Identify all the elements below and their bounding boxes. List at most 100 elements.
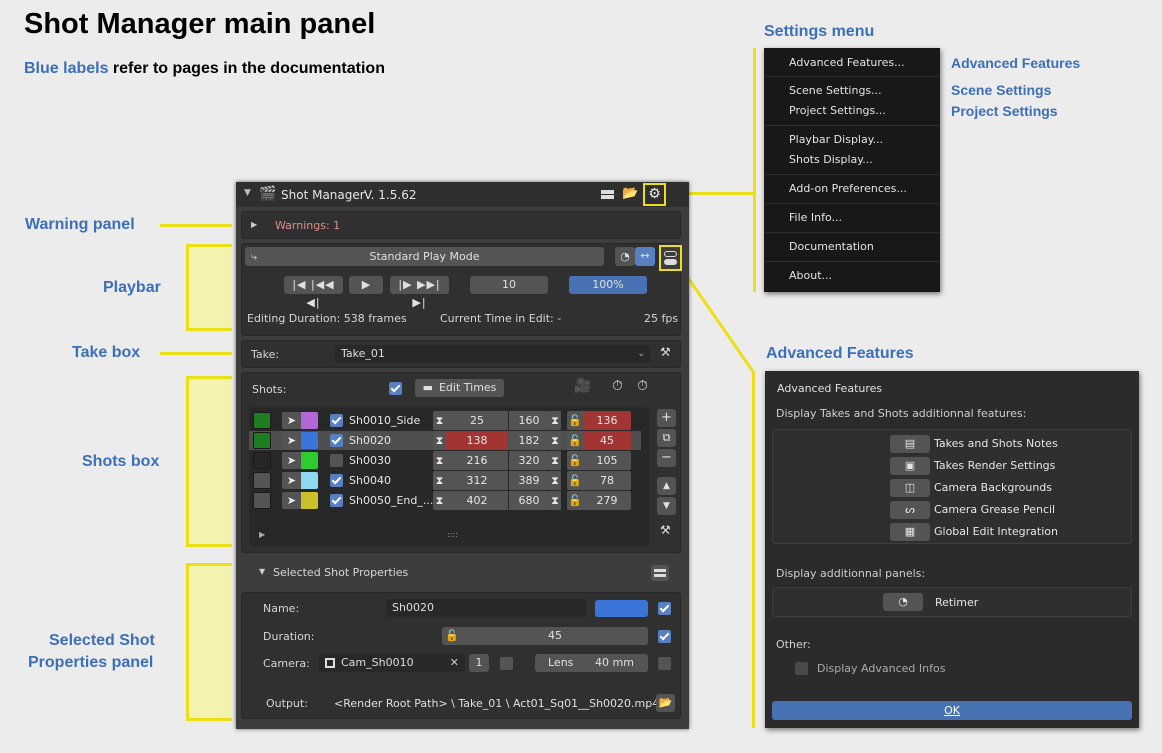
take-tools-icon[interactable]: ⚒ xyxy=(660,345,671,359)
take-dropdown[interactable]: Take_01 ⌄ xyxy=(335,345,650,363)
play-button[interactable]: ▶ xyxy=(349,276,383,294)
props-layout-icon[interactable] xyxy=(651,565,669,581)
open-output-folder-icon[interactable]: 📂 xyxy=(656,694,675,712)
end-lock-icon[interactable]: ⧗ xyxy=(549,411,561,430)
menu-item-playbar-display[interactable]: Playbar Display... xyxy=(789,133,883,146)
forward-buttons[interactable]: |▶ ▶▶| ▶| xyxy=(390,276,449,309)
duration-lock-icon[interactable]: 🔓 xyxy=(567,491,583,510)
end-lock-icon[interactable]: ⧗ xyxy=(549,431,561,450)
shot-camera-indicator[interactable] xyxy=(253,412,271,429)
shot-name[interactable]: Sh0020 xyxy=(349,434,391,447)
shot-enabled-checkbox[interactable] xyxy=(658,602,671,615)
shot-color-swatch[interactable] xyxy=(301,412,318,429)
timer-icon[interactable]: ⏱ xyxy=(612,378,623,394)
shot-end[interactable]: 320 xyxy=(509,451,549,470)
shots-tools-icon[interactable]: ⚒ xyxy=(660,523,671,537)
shot-enabled-checkbox[interactable] xyxy=(330,414,343,427)
menu-item-scene-settings[interactable]: Scene Settings... xyxy=(789,84,882,97)
clear-camera-icon[interactable]: ✕ xyxy=(450,654,459,672)
shot-color-swatch[interactable] xyxy=(301,472,318,489)
edit-times-button[interactable]: ▬ Edit Times xyxy=(415,379,504,397)
menu-item-project-settings[interactable]: Project Settings... xyxy=(789,104,886,117)
frame-step-field[interactable]: 10 xyxy=(470,276,548,294)
shot-color-swatch[interactable] xyxy=(301,492,318,509)
adv-infos-checkbox[interactable] xyxy=(795,662,808,675)
shot-end[interactable]: 182 xyxy=(509,431,549,450)
end-lock-icon[interactable]: ⧗ xyxy=(549,451,561,470)
props-collapse-arrow-icon[interactable]: ▼ xyxy=(259,567,265,576)
shot-start[interactable]: 402 xyxy=(446,491,508,510)
label-take-box[interactable]: Take box xyxy=(72,344,140,362)
render-settings-icon[interactable]: ▣ xyxy=(890,457,930,475)
shot-name[interactable]: Sh0040 xyxy=(349,474,391,487)
name-input[interactable]: Sh0020 xyxy=(386,599,586,617)
shot-enabled-checkbox[interactable] xyxy=(330,474,343,487)
camera-icon[interactable]: 🎥 xyxy=(574,378,591,394)
notes-icon[interactable]: ▤ xyxy=(890,435,930,453)
shot-duration[interactable]: 136 xyxy=(583,411,631,430)
shot-duration[interactable]: 105 xyxy=(583,451,631,470)
sync-arrows-icon[interactable]: ↔ xyxy=(635,247,655,266)
shot-color-swatch[interactable] xyxy=(595,600,648,617)
menu-item-addon-preferences[interactable]: Add-on Preferences... xyxy=(789,182,907,195)
duration-lock-icon[interactable]: 🔓 xyxy=(567,451,583,470)
ok-button[interactable]: OK xyxy=(772,701,1132,720)
shot-duration[interactable]: 45 xyxy=(583,431,631,450)
shot-camera-indicator[interactable] xyxy=(253,492,271,509)
link-advanced-features[interactable]: Advanced Features xyxy=(951,55,1080,71)
shot-start[interactable]: 216 xyxy=(446,451,508,470)
shot-row[interactable]: ➤ Sh0020 ⧗ 138 182 ⧗ 🔓 45 xyxy=(249,431,641,450)
lens-checkbox[interactable] xyxy=(658,657,671,670)
shot-color-swatch[interactable] xyxy=(301,452,318,469)
list-expand-arrow-icon[interactable]: ▶ xyxy=(259,530,265,539)
shot-enabled-checkbox[interactable] xyxy=(330,434,343,447)
playbar-settings-icon[interactable] xyxy=(659,245,682,271)
duplicate-shot-icon[interactable]: ⧉ xyxy=(657,429,676,447)
warning-panel[interactable]: ▶ Warnings: 1 xyxy=(241,211,681,239)
grease-pencil-icon[interactable]: ᔕ xyxy=(890,501,930,519)
camera-users-count[interactable]: 1 xyxy=(469,654,489,672)
add-shot-button[interactable]: + xyxy=(657,409,676,427)
shot-row[interactable]: ➤ Sh0040 ⧗ 312 389 ⧗ 🔓 78 xyxy=(249,471,641,490)
remove-shot-button[interactable]: − xyxy=(657,449,676,467)
shot-row[interactable]: ➤ Sh0030 ⧗ 216 320 ⧗ 🔓 105 xyxy=(249,451,641,470)
global-edit-icon[interactable]: ▦ xyxy=(890,523,930,541)
label-settings-menu[interactable]: Settings menu xyxy=(764,23,874,41)
shot-enabled-checkbox[interactable] xyxy=(330,494,343,507)
shot-row[interactable]: ➤ Sh0050_End_... ⧗ 402 680 ⧗ 🔓 279 xyxy=(249,491,641,510)
label-selected-shot-1[interactable]: Selected Shot xyxy=(49,632,155,650)
shot-start[interactable]: 312 xyxy=(446,471,508,490)
menu-item-shots-display[interactable]: Shots Display... xyxy=(789,153,873,166)
start-lock-icon[interactable]: ⧗ xyxy=(433,471,446,490)
start-lock-icon[interactable]: ⧗ xyxy=(433,491,446,510)
shot-duration[interactable]: 78 xyxy=(583,471,631,490)
shot-name[interactable]: Sh0010_Side xyxy=(349,414,420,427)
lens-field[interactable]: Lens 40 mm xyxy=(535,654,648,672)
label-selected-shot-2[interactable]: Properties panel xyxy=(28,654,153,672)
end-lock-icon[interactable]: ⧗ xyxy=(549,491,561,510)
collapse-arrow-icon[interactable]: ▼ xyxy=(244,188,251,198)
start-lock-icon[interactable]: ⧗ xyxy=(433,451,446,470)
shot-name[interactable]: Sh0050_End_... xyxy=(349,494,433,507)
menu-item-documentation[interactable]: Documentation xyxy=(789,240,874,253)
select-arrow-icon[interactable]: ➤ xyxy=(282,432,301,449)
camera-field[interactable]: Cam_Sh0010 ✕ xyxy=(319,654,465,672)
shot-end[interactable]: 680 xyxy=(509,491,549,510)
shot-end[interactable]: 160 xyxy=(509,411,549,430)
duration-checkbox[interactable] xyxy=(658,630,671,643)
play-mode-button[interactable]: ⤷ Standard Play Mode xyxy=(245,247,604,266)
duration-field[interactable]: 🔓 45 xyxy=(442,627,648,645)
select-arrow-icon[interactable]: ➤ xyxy=(282,452,301,469)
link-scene-settings[interactable]: Scene Settings xyxy=(951,82,1051,98)
select-arrow-icon[interactable]: ➤ xyxy=(282,412,301,429)
select-arrow-icon[interactable]: ➤ xyxy=(282,492,301,509)
speed-field[interactable]: 100% xyxy=(569,276,647,294)
link-project-settings[interactable]: Project Settings xyxy=(951,103,1058,119)
timer-edit-icon[interactable]: ⏱ xyxy=(637,378,648,394)
settings-gear-icon[interactable]: ⚙ xyxy=(643,183,666,206)
layout-icon[interactable] xyxy=(601,190,614,194)
shot-row[interactable]: ➤ Sh0010_Side ⧗ 25 160 ⧗ 🔓 136 xyxy=(249,411,641,430)
shot-start[interactable]: 138 xyxy=(446,431,508,450)
duration-lock-icon[interactable]: 🔓 xyxy=(567,431,583,450)
clock-icon[interactable]: ◔ xyxy=(615,247,635,266)
